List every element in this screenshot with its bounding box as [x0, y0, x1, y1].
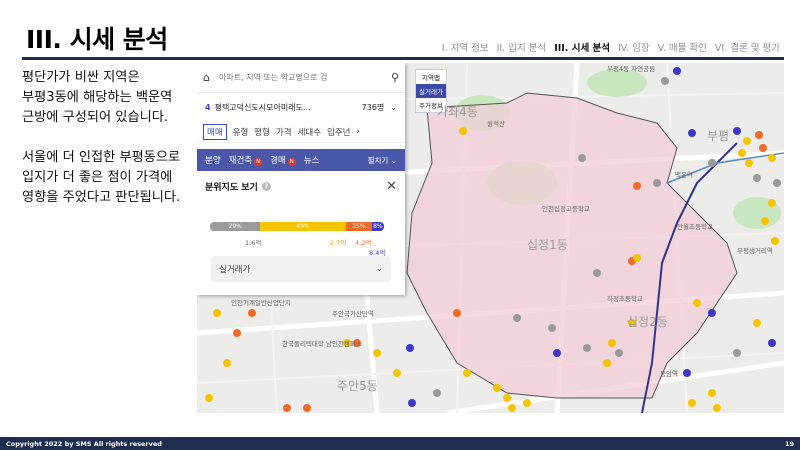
selected-complex[interactable]: 4 평택고덕신도시모아미래도... 736명 ⌄ — [197, 93, 405, 121]
tab-sale[interactable]: 매매 — [203, 123, 227, 140]
price-labels: 1.6억 2.7억 4.2억 8.4억 — [197, 237, 405, 257]
filter-auction-label: 경매 — [270, 156, 286, 166]
section-nav: I. 지역 정보 II. 입지 분석 III. 시세 분석 IV. 임장 V. … — [442, 40, 780, 54]
nav-item-visit[interactable]: IV. 임장 — [618, 40, 650, 54]
home-icon[interactable]: ⌂ — [203, 71, 219, 84]
nav-item-region[interactable]: I. 지역 정보 — [442, 40, 489, 54]
distribution-segment-4: 8% — [371, 222, 384, 231]
page-title: III. 시세 분석 — [26, 25, 168, 54]
search-row: ⌂ ⚲ — [197, 63, 405, 93]
select-value: 실거래가 — [219, 265, 251, 275]
search-icon[interactable]: ⚲ — [391, 71, 399, 84]
map-label-station-dongam: 동암역 — [660, 370, 678, 378]
filter-tabs: 매매 유형 평형 가격 세대수 입주년 › — [197, 121, 405, 143]
filter-news[interactable]: 뉴스 — [304, 154, 320, 166]
new-badge-icon: N — [287, 158, 296, 166]
map-label-park: 부평4동 자연공원 — [607, 65, 656, 73]
footer: Copyright 2022 by SMS All rights reserve… — [0, 437, 800, 450]
help-icon[interactable]: ? — [261, 181, 271, 191]
map-label-school: 인천십정고등학교 — [542, 205, 590, 213]
map-label-dong5: 부평 — [707, 129, 730, 143]
expand-button[interactable]: 펼치기 ⌄ — [368, 155, 397, 166]
distribution-bar: 29% 49% 15% 8% — [210, 222, 384, 231]
complex-number: 4 — [205, 102, 211, 112]
nav-item-conclusion[interactable]: VI. 결론 및 평가 — [715, 40, 780, 54]
search-input[interactable] — [219, 73, 391, 82]
nav-item-listing[interactable]: V. 매물 확인 — [658, 40, 707, 54]
filter-auction[interactable]: 경매 N — [270, 154, 296, 166]
nav-item-price[interactable]: III. 시세 분석 — [554, 40, 610, 54]
price-label-3: 4.2억 — [355, 239, 372, 247]
body-text: 평단가가 비싼 지역은 부평3동에 해당하는 백운역 근방에 구성되어 있습니다… — [22, 68, 182, 228]
map-label-station-baegun: 백운역 — [675, 171, 693, 179]
layer-real-price[interactable]: 실거래가 — [416, 84, 446, 98]
map-label-hajeong-school: 하정초등학교 — [607, 295, 643, 303]
chevron-down-icon[interactable]: ⌄ — [390, 103, 397, 112]
nav-item-location[interactable]: II. 입지 분석 — [497, 40, 547, 54]
paragraph-2: 서울에 더 인접한 부평동으로 입지가 더 좋은 점이 가격에 영향을 주었다고… — [22, 150, 181, 205]
complex-count: 736명 — [361, 102, 385, 112]
title-divider — [22, 57, 784, 60]
expand-label: 펼치기 — [367, 155, 389, 165]
category-bar: 분양 재건축 N 경매 N 뉴스 펼치기 ⌄ — [197, 149, 405, 171]
paragraph-1: 평단가가 비싼 지역은 부평3동에 해당하는 백운역 근방에 구성되어 있습니다… — [22, 70, 173, 125]
tab-type[interactable]: 유형 — [233, 126, 249, 138]
price-label-1: 1.6억 — [245, 239, 262, 247]
map-label-station-juan: 주안국가산단역 — [332, 310, 374, 318]
map-label-dong2: 십정2동 — [627, 315, 668, 329]
chevron-right-icon[interactable]: › — [357, 127, 360, 137]
map-label-industrial: 인천기계일반산업단지 — [231, 299, 291, 307]
new-badge-icon: N — [254, 158, 263, 166]
map-label-station-bupyeong: 부평생거리역 — [737, 247, 773, 255]
chevron-down-icon: ⌄ — [375, 264, 383, 274]
map-label-dong4: 가좌4동 — [437, 105, 478, 119]
distribution-segment-1: 29% — [210, 222, 261, 231]
filter-presale[interactable]: 분양 — [205, 154, 221, 166]
layer-region-map[interactable]: 지역맵 — [416, 70, 446, 84]
map-label-manwol-school: 만월초등학교 — [677, 223, 713, 231]
map-label-dong1: 십정1동 — [527, 238, 568, 252]
tab-price[interactable]: 가격 — [276, 126, 292, 138]
distribution-segment-2: 49% — [260, 222, 346, 231]
distribution-title: 분위지도 보기 — [205, 182, 258, 193]
distribution-header: 분위지도 보기 ? ✕ — [197, 171, 405, 201]
map-label-polytech: 한국폴리텍대학 남인천캠퍼스 — [282, 340, 362, 348]
map-view[interactable]: 지역맵 실거래가 주거정보 가좌4동 십정1동 십정2동 주안5동 부평 부평4… — [197, 63, 784, 413]
close-icon[interactable]: ✕ — [386, 179, 397, 194]
tab-size[interactable]: 평형 — [254, 126, 270, 138]
tab-households[interactable]: 세대수 — [298, 126, 321, 138]
complex-name: 평택고덕신도시모아미래도... — [214, 102, 311, 112]
map-label-mountain: 원적산 — [487, 120, 505, 128]
price-type-select[interactable]: 실거래가 ⌄ — [211, 256, 391, 282]
filter-rebuild-label: 재건축 — [228, 156, 253, 166]
distribution-segment-3: 15% — [345, 222, 372, 231]
map-label-dong3: 주안5동 — [337, 379, 378, 393]
tab-move-in[interactable]: 입주년 — [327, 126, 350, 138]
price-label-2: 2.7억 — [330, 239, 347, 247]
copyright: Copyright 2022 by SMS All rights reserve… — [6, 439, 162, 448]
page-number: 19 — [784, 439, 794, 448]
map-search-panel: ⌂ ⚲ 4 평택고덕신도시모아미래도... 736명 ⌄ 매매 유형 평형 가격… — [197, 63, 405, 295]
filter-rebuild[interactable]: 재건축 N — [228, 154, 263, 166]
